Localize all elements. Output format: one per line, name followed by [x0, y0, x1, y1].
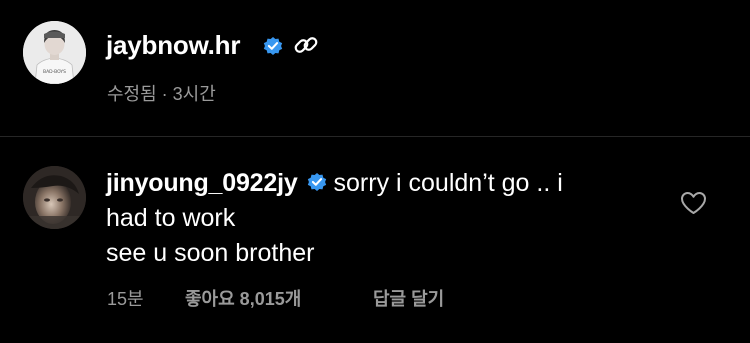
avatar-illustration: BAD-BOYS	[23, 21, 86, 84]
comment-like-count[interactable]: 좋아요 8,015개	[185, 285, 301, 311]
comment-time: 15분	[107, 289, 144, 309]
comment-text-line-1: sorry i couldn’t go .. i	[333, 169, 563, 197]
commenter-avatar[interactable]	[23, 166, 86, 229]
post-author-avatar[interactable]: BAD-BOYS	[23, 21, 86, 84]
comment-text-line-3: see u soon brother	[106, 239, 315, 267]
commenter-photo	[23, 166, 86, 229]
avatar-shirt-text: BAD-BOYS	[43, 69, 66, 75]
comment-body: jinyoung_0922jy sorry i couldn’t go .. i…	[106, 166, 666, 271]
verified-badge-icon	[263, 37, 283, 55]
comment-text-line-2: had to work	[106, 204, 236, 232]
post-author-username[interactable]: jaybnow.hr	[106, 30, 240, 61]
reply-button[interactable]: 답글 달기	[373, 285, 444, 311]
verified-badge-icon	[307, 173, 326, 191]
post-caption-row: BAD-BOYS jaybnow.hr 수정됨 · 3시간	[0, 0, 750, 136]
commenter-username[interactable]: jinyoung_0922jy	[106, 169, 298, 197]
link-icon[interactable]	[291, 30, 321, 60]
comment-line-1: jinyoung_0922jy sorry i couldn’t go .. i	[106, 166, 666, 201]
heart-outline-icon[interactable]	[680, 191, 707, 215]
post-edited-time: 수정됨 · 3시간	[107, 84, 216, 104]
section-divider	[0, 136, 750, 137]
